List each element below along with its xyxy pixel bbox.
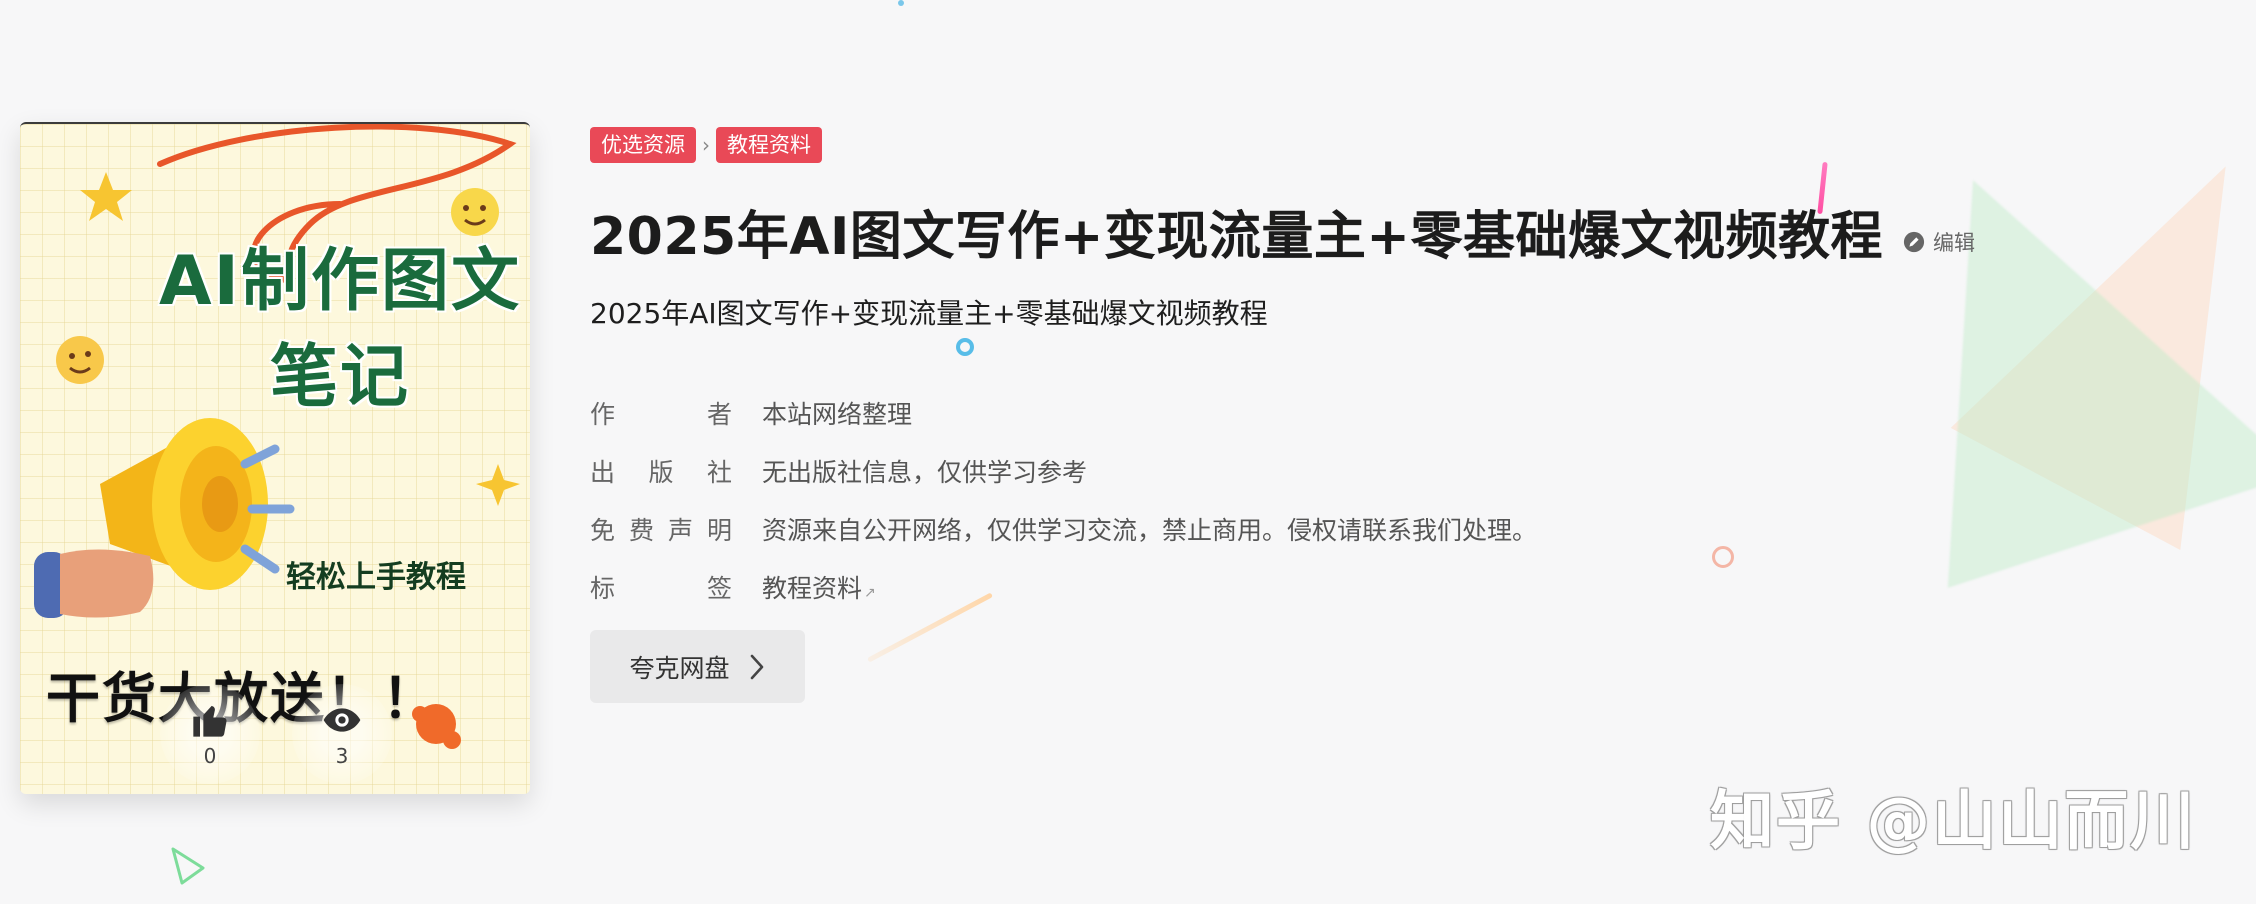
view-stat: 3 [292,684,392,784]
meta-info: 作者 本站网络整理 出版社 无出版社信息，仅供学习参考 免费声明 资源来自公开网… [590,384,1537,616]
meta-label-disclaimer: 免费声明 [590,516,732,545]
meta-row-disclaimer: 免费声明 资源来自公开网络，仅供学习交流，禁止商用。侵权请联系我们处理。 [590,500,1537,558]
breadcrumb-item-tutorials[interactable]: 教程资料 [716,127,822,163]
like-button[interactable]: 0 [160,684,260,784]
breadcrumb-item-featured[interactable]: 优选资源 [590,127,696,163]
view-count: 3 [335,744,349,768]
breadcrumb-separator: › [702,133,710,157]
meta-value-disclaimer: 资源来自公开网络，仅供学习交流，禁止商用。侵权请联系我们处理。 [762,516,1538,545]
decor-triangle-outline [171,847,205,885]
like-count: 0 [203,744,217,768]
chevron-right-icon [750,654,763,679]
decor-dot [898,0,904,6]
external-link-icon: ↗ [864,585,876,601]
meta-label-tags: 标签 [590,574,732,603]
page-title: 2025年AI图文写作+变现流量主+零基础爆文视频教程 [590,207,1883,267]
meta-row-author: 作者 本站网络整理 [590,384,1537,442]
meta-label-author: 作者 [590,400,732,429]
decor-triangle-green [1830,112,2256,588]
meta-label-publisher: 出版社 [590,458,732,487]
quark-drive-button[interactable]: 夸克网盘 [590,630,805,703]
meta-value-tags: 教程资料 ↗ [762,569,876,605]
cover-subtitle: 轻松上手教程 [286,560,466,595]
thumbs-up-icon [193,705,227,737]
meta-row-publisher: 出版社 无出版社信息，仅供学习参考 [590,442,1537,500]
quark-drive-label: 夸克网盘 [629,654,730,683]
breadcrumb: 优选资源 › 教程资料 [590,127,822,163]
tag-link[interactable]: 教程资料 [762,574,862,603]
edit-label: 编辑 [1932,230,1975,255]
pencil-icon [1903,231,1925,252]
page-subtitle: 2025年AI图文写作+变现流量主+零基础爆文视频教程 [590,297,1268,330]
edit-button[interactable]: 编辑 [1903,227,1975,257]
decor-ring [1712,546,1734,568]
meta-value-author: 本站网络整理 [762,400,913,429]
decor-triangle-peach [1950,110,2256,550]
meta-row-tags: 标签 教程资料 ↗ [590,558,1537,616]
decor-ring-blue [956,338,974,356]
cover-image[interactable]: AI制作图文 笔记 轻松上手教程 干货大放送！！ 0 3 [20,122,530,794]
eye-icon [323,708,361,732]
watermark: 知乎 @山山而川 [1710,785,2197,859]
title-row: 2025年AI图文写作+变现流量主+零基础爆文视频教程 编辑 [590,194,1975,269]
meta-value-publisher: 无出版社信息，仅供学习参考 [762,458,1088,487]
cover-title: AI制作图文 笔记 [159,242,521,417]
